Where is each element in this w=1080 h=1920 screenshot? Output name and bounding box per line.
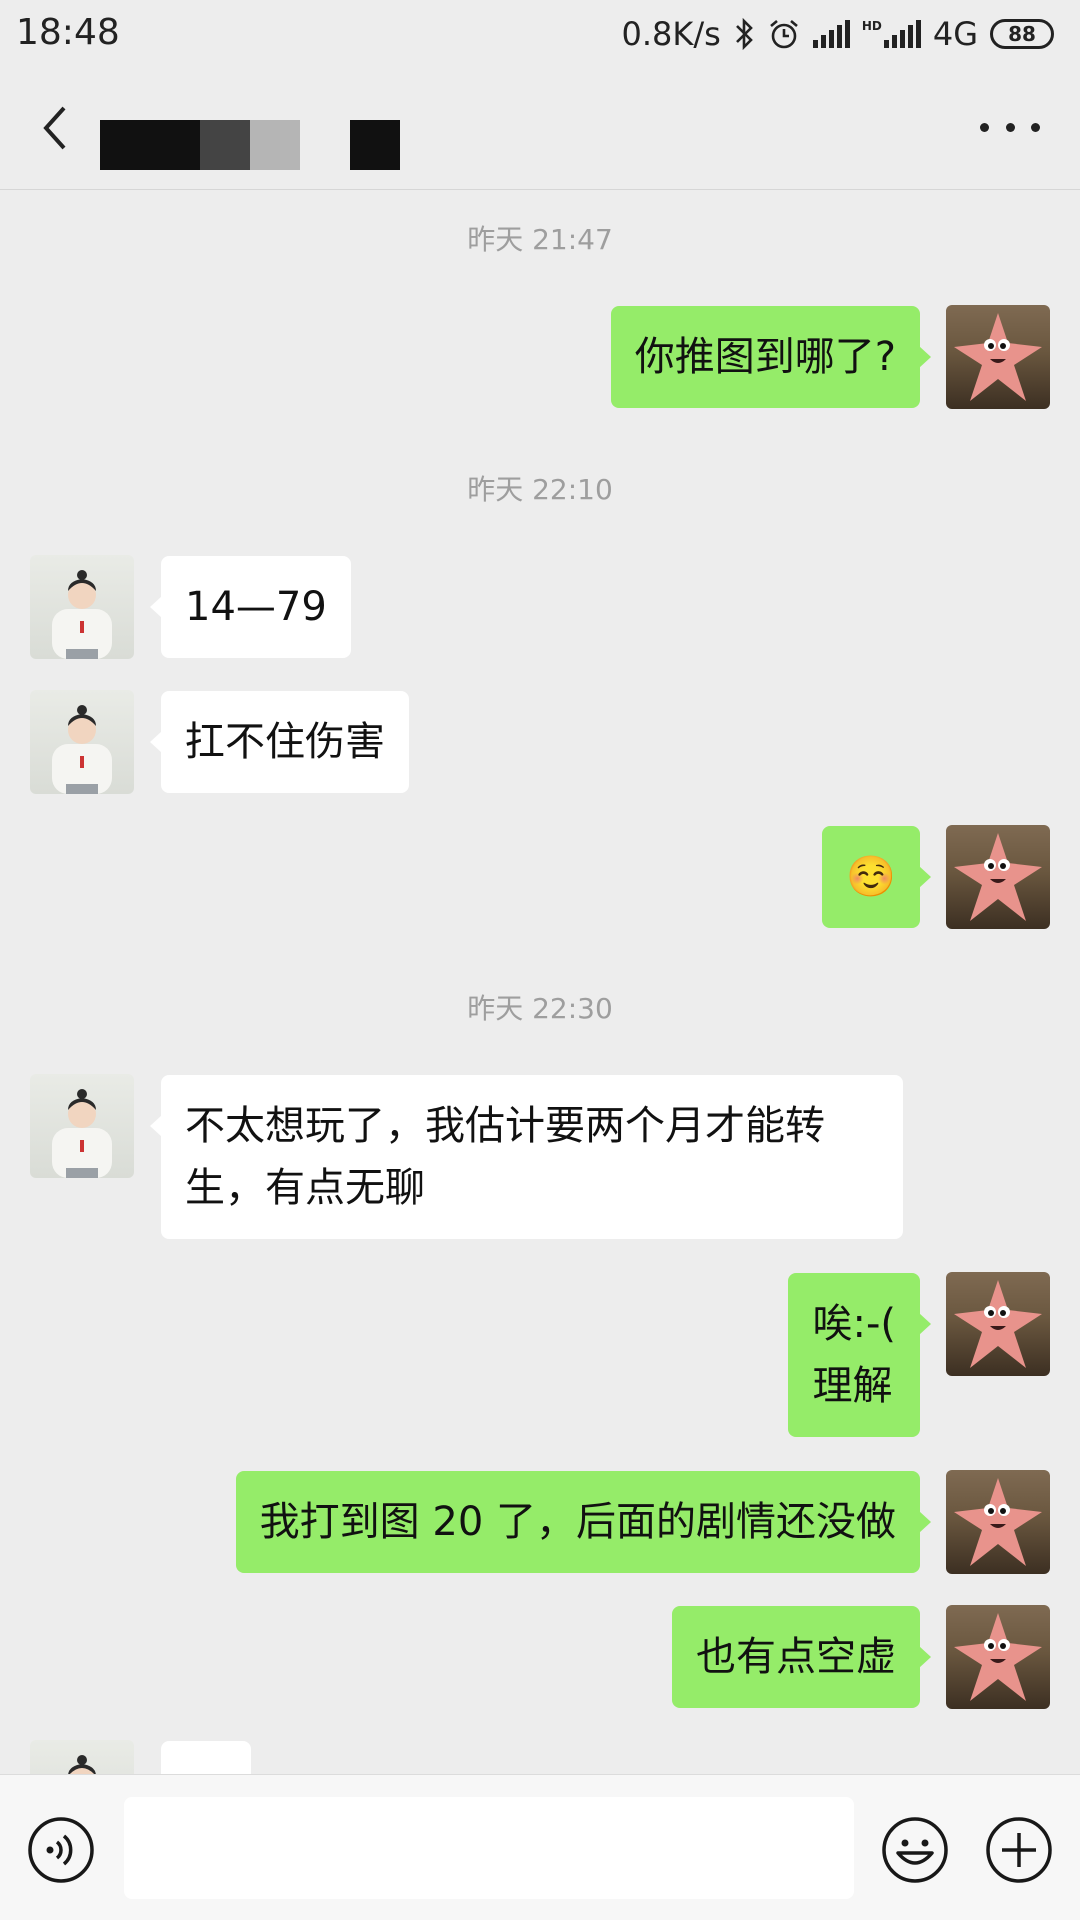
message-bubble-contact[interactable]: [161, 1741, 251, 1774]
avatar-me[interactable]: [946, 825, 1050, 929]
avatar-me[interactable]: [946, 1272, 1050, 1376]
status-icons: 0.8K/s HD 4G 88: [621, 14, 1054, 54]
avatar-contact[interactable]: [30, 1740, 134, 1774]
status-bar: 18:48 0.8K/s HD 4G 88: [0, 0, 1080, 70]
chat-header: [0, 70, 1080, 190]
avatar-me[interactable]: [946, 305, 1050, 409]
child-avatar-icon: [68, 1755, 96, 1774]
starfish-avatar-icon: [954, 1613, 1042, 1701]
message-bubble-me[interactable]: ☺️: [822, 826, 931, 928]
signal-hd-icon: HD: [862, 20, 921, 48]
avatar-contact[interactable]: [30, 690, 134, 794]
more-button[interactable]: [980, 112, 1040, 142]
starfish-avatar-icon: [954, 313, 1042, 401]
chat-area[interactable]: 昨天 21:47 你推图到哪了? 昨天 22:10 14—79 扛不住伤害 ☺️…: [0, 190, 1080, 1774]
message-bubble-me[interactable]: 也有点空虚: [672, 1606, 931, 1708]
emoji-button[interactable]: [880, 1815, 950, 1885]
network-type: 4G: [932, 15, 978, 53]
starfish-avatar-icon: [954, 1478, 1042, 1566]
message-input[interactable]: [124, 1797, 854, 1899]
alarm-icon: [769, 20, 798, 49]
avatar-me[interactable]: [946, 1605, 1050, 1709]
status-time: 18:48: [16, 12, 120, 53]
timestamp: 昨天 22:10: [467, 473, 613, 506]
message-bubble-me[interactable]: 你推图到哪了?: [610, 306, 932, 408]
back-button[interactable]: [30, 98, 80, 158]
net-speed: 0.8K/s: [621, 15, 721, 53]
message-bubble-contact[interactable]: 不太想玩了，我估计要两个月才能转生，有点无聊: [150, 1075, 903, 1239]
plus-icon: [986, 1817, 1052, 1883]
avatar-contact[interactable]: [30, 1074, 134, 1178]
timestamp: 昨天 21:47: [467, 223, 613, 256]
message-bubble-me[interactable]: 唉:-( 理解: [788, 1273, 931, 1437]
voice-button[interactable]: [26, 1815, 96, 1885]
chevron-left-icon: [43, 106, 66, 150]
child-avatar-icon: [52, 705, 112, 794]
avatar-me[interactable]: [946, 1470, 1050, 1574]
battery-icon: 88: [990, 19, 1054, 49]
message-bubble-contact[interactable]: 14—79: [150, 556, 351, 658]
more-functions-button[interactable]: [984, 1815, 1054, 1885]
starfish-avatar-icon: [954, 833, 1042, 921]
emoji-icon: [882, 1817, 948, 1883]
voice-icon: [28, 1817, 94, 1883]
signal-icon: [812, 20, 850, 48]
child-avatar-icon: [52, 1089, 112, 1178]
timestamp: 昨天 22:30: [467, 992, 613, 1025]
message-bubble-contact[interactable]: 扛不住伤害: [150, 691, 409, 793]
input-bar: [0, 1774, 1080, 1920]
message-bubble-me[interactable]: 我打到图 20 了，后面的剧情还没做: [235, 1471, 932, 1573]
bluetooth-icon: [735, 17, 753, 51]
avatar-contact[interactable]: [30, 555, 134, 659]
child-avatar-icon: [52, 570, 112, 659]
starfish-avatar-icon: [954, 1280, 1042, 1368]
